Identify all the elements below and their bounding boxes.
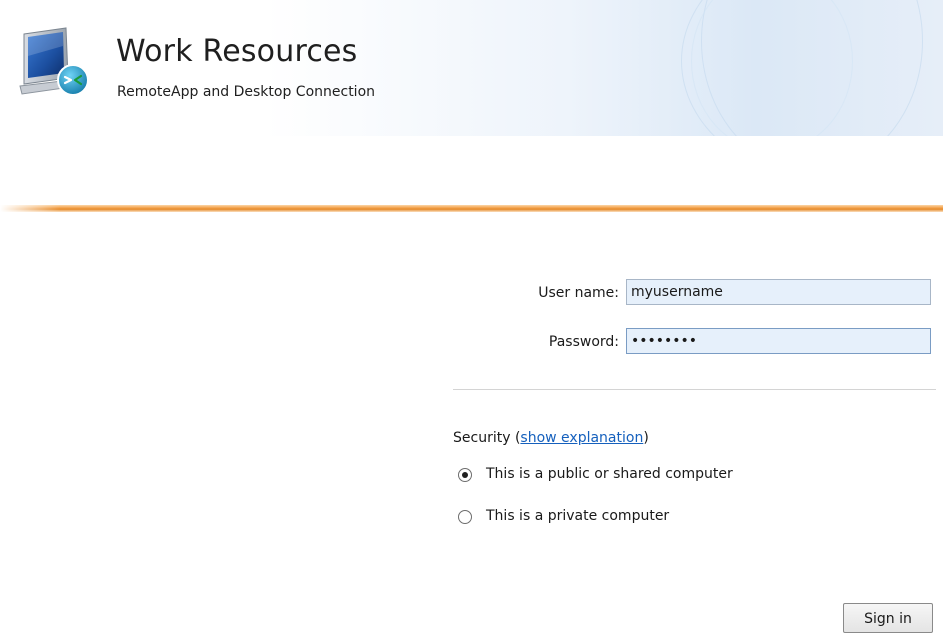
header-banner: Work Resources RemoteApp and Desktop Con… (0, 0, 943, 136)
password-input[interactable] (626, 328, 931, 354)
sign-in-button[interactable]: Sign in (843, 603, 933, 633)
radio-button-private[interactable] (458, 510, 472, 524)
page-title: Work Resources (116, 34, 358, 69)
radio-button-public[interactable] (458, 468, 472, 482)
accent-divider-bar (0, 205, 943, 212)
security-label-prefix: Security ( (453, 430, 521, 446)
rd-web-access-login-page: Work Resources RemoteApp and Desktop Con… (0, 0, 943, 641)
password-label: Password: (548, 334, 619, 350)
radio-selected-dot (462, 472, 468, 478)
form-divider (453, 389, 936, 390)
radio-label-public: This is a public or shared computer (486, 466, 733, 482)
header-decoration (691, 0, 853, 136)
security-heading: Security (show explanation) (453, 430, 649, 446)
remote-desktop-monitor-icon (19, 27, 89, 96)
password-row: Password: (460, 328, 935, 358)
show-explanation-link[interactable]: show explanation (520, 430, 643, 446)
username-input[interactable] (626, 279, 931, 305)
page-subtitle: RemoteApp and Desktop Connection (117, 84, 376, 100)
username-row: User name: (460, 279, 935, 309)
radio-label-private: This is a private computer (486, 508, 670, 524)
security-label-suffix: ) (643, 430, 649, 446)
username-label: User name: (538, 285, 619, 301)
